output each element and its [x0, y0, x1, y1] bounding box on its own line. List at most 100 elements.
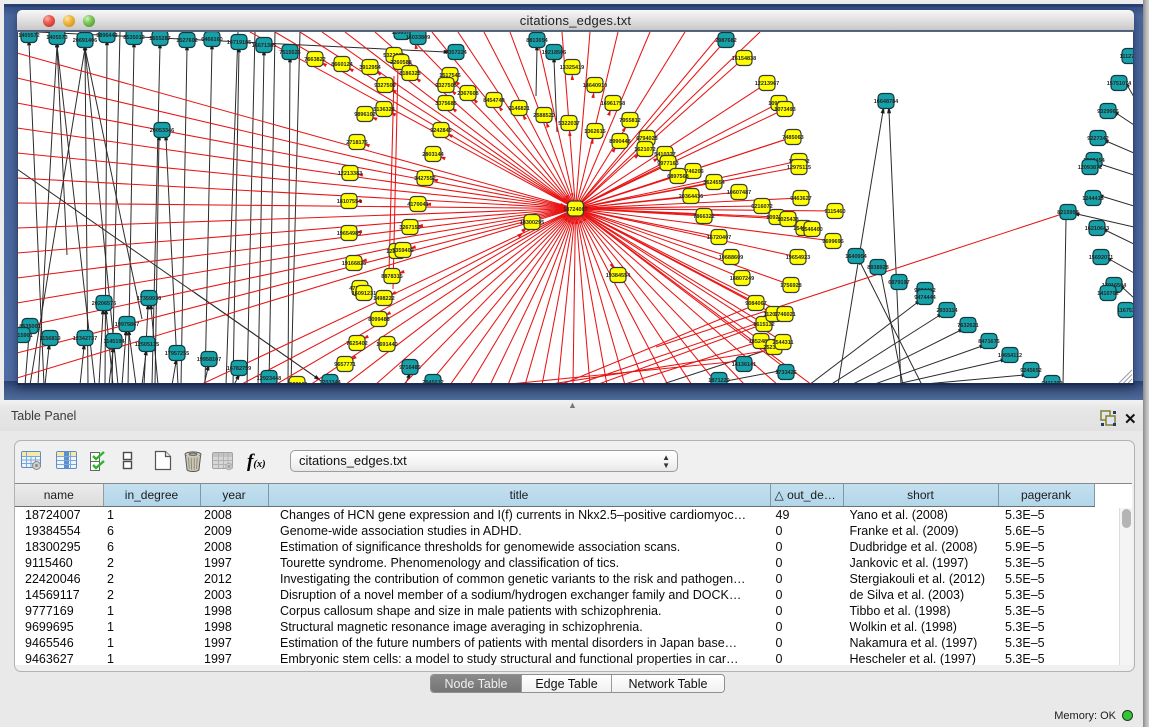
- svg-text:3375685: 3375685: [435, 101, 456, 107]
- svg-text:8990448: 8990448: [609, 139, 630, 145]
- svg-text:1073493: 1073493: [774, 107, 795, 113]
- svg-text:12342737: 12342737: [73, 336, 97, 342]
- svg-text:16961758: 16961758: [601, 101, 625, 107]
- svg-text:1546400: 1546400: [801, 227, 822, 233]
- svg-text:6466160: 6466160: [201, 37, 222, 43]
- svg-text:19384554: 19384554: [606, 273, 631, 279]
- svg-text:8660124: 8660124: [331, 62, 353, 68]
- svg-text:3267150: 3267150: [399, 225, 420, 231]
- svg-text:1025438: 1025438: [777, 217, 798, 223]
- svg-text:3915901: 3915901: [17, 333, 33, 339]
- svg-text:2544311: 2544311: [772, 340, 793, 346]
- svg-text:16210643: 16210643: [1085, 226, 1109, 232]
- svg-text:1498222: 1498222: [373, 296, 394, 302]
- svg-text:5359402: 5359402: [392, 248, 413, 254]
- svg-text:9977163: 9977163: [657, 161, 678, 167]
- svg-text:1615132: 1615132: [753, 322, 774, 328]
- svg-text:14136141: 14136141: [732, 362, 756, 368]
- svg-text:9146821: 9146821: [508, 106, 529, 112]
- svg-text:7625402: 7625402: [346, 341, 367, 347]
- svg-text:20206576: 20206576: [92, 301, 116, 307]
- svg-text:9896102: 9896102: [354, 112, 375, 118]
- svg-text:1527602: 1527602: [176, 38, 197, 44]
- svg-text:8471676: 8471676: [978, 339, 999, 345]
- svg-text:12923448: 12923448: [257, 376, 281, 382]
- svg-text:20053346: 20053346: [150, 128, 174, 134]
- svg-text:8099488: 8099488: [368, 317, 389, 323]
- svg-text:2588520: 2588520: [533, 113, 554, 119]
- svg-text:9327509: 9327509: [374, 83, 395, 89]
- svg-text:8535012: 8535012: [123, 35, 144, 41]
- svg-text:7515526: 7515526: [279, 50, 300, 56]
- svg-text:7866322: 7866322: [693, 214, 714, 220]
- svg-text:9716485: 9716485: [399, 365, 420, 371]
- svg-text:16671385: 16671385: [252, 43, 276, 49]
- svg-text:8878315: 8878315: [381, 274, 402, 280]
- svg-text:3624554: 3624554: [703, 180, 725, 186]
- svg-text:7632621: 7632621: [957, 323, 978, 329]
- svg-text:18300295: 18300295: [520, 220, 544, 226]
- svg-text:5322037: 5322037: [558, 121, 579, 127]
- svg-text:2987682: 2987682: [715, 38, 736, 44]
- svg-text:116753: 116753: [1117, 308, 1134, 314]
- svg-text:2803144: 2803144: [422, 152, 444, 158]
- svg-text:1410702: 1410702: [1097, 291, 1118, 297]
- svg-text:9657771: 9657771: [334, 362, 355, 368]
- svg-text:10607487: 10607487: [727, 190, 751, 196]
- svg-text:10688609: 10688609: [719, 255, 743, 261]
- svg-text:16091231: 16091231: [352, 291, 376, 297]
- svg-text:10719185: 10719185: [227, 40, 251, 46]
- svg-text:20691406: 20691406: [73, 38, 97, 44]
- svg-text:9463627: 9463627: [790, 196, 811, 202]
- svg-text:8813054: 8813054: [526, 38, 548, 44]
- svg-text:1156819: 1156819: [39, 336, 60, 342]
- svg-text:19166825: 19166825: [342, 261, 366, 267]
- svg-text:10654112: 10654112: [998, 353, 1022, 359]
- svg-text:9327505: 9327505: [435, 83, 456, 89]
- svg-text:8454749: 8454749: [483, 98, 504, 104]
- svg-text:15720407: 15720407: [707, 235, 731, 241]
- svg-text:9242845: 9242845: [430, 128, 451, 134]
- svg-text:12213383: 12213383: [338, 171, 362, 177]
- svg-text:2933114: 2933114: [936, 308, 958, 314]
- svg-text:9329966: 9329966: [1097, 109, 1118, 115]
- svg-text:8186328: 8186328: [399, 71, 420, 77]
- svg-text:18107554: 18107554: [337, 199, 362, 205]
- svg-text:19975867: 19975867: [115, 322, 139, 328]
- svg-text:6879197: 6879197: [888, 280, 909, 286]
- svg-text:16033809: 16033809: [406, 35, 430, 41]
- svg-text:3912954: 3912954: [359, 65, 381, 71]
- svg-text:7485063: 7485063: [782, 135, 803, 141]
- svg-text:9245652: 9245652: [1020, 368, 1041, 374]
- svg-text:1145194: 1145194: [103, 339, 125, 345]
- svg-text:16782759: 16782759: [227, 366, 251, 372]
- svg-text:7955812: 7955812: [619, 118, 640, 124]
- svg-text:8215958: 8215958: [1057, 210, 1078, 216]
- svg-text:12213967: 12213967: [755, 81, 779, 87]
- svg-text:3427552: 3427552: [414, 176, 435, 182]
- svg-text:1405572: 1405572: [18, 33, 39, 39]
- svg-text:12093872: 12093872: [1078, 165, 1102, 171]
- svg-text:8938928: 8938928: [867, 265, 888, 271]
- svg-text:1112745: 1112745: [1120, 54, 1134, 60]
- svg-text:9896443: 9896443: [96, 33, 117, 39]
- svg-text:18807249: 18807249: [730, 276, 754, 282]
- svg-text:15751074: 15751074: [1107, 81, 1132, 87]
- svg-text:4170041: 4170041: [407, 202, 428, 208]
- svg-text:18724007: 18724007: [563, 207, 587, 213]
- svg-text:12975115: 12975115: [787, 165, 811, 171]
- svg-text:1746021: 1746021: [774, 312, 795, 318]
- svg-text:17359938: 17359938: [137, 296, 161, 302]
- svg-text:16154838: 16154838: [732, 56, 756, 62]
- svg-text:1655287: 1655287: [149, 36, 170, 42]
- svg-text:9474444: 9474444: [914, 295, 936, 301]
- svg-text:6216072: 6216072: [751, 204, 772, 210]
- svg-text:1640954: 1640954: [845, 254, 867, 260]
- svg-text:16648784: 16648784: [874, 99, 899, 105]
- svg-text:20364436: 20364436: [679, 194, 703, 200]
- svg-text:5136328: 5136328: [373, 107, 394, 113]
- svg-text:1362615: 1362615: [584, 129, 605, 135]
- svg-text:9699695: 9699695: [822, 239, 843, 245]
- svg-text:9084067: 9084067: [745, 301, 766, 307]
- svg-text:1733426: 1733426: [775, 370, 796, 376]
